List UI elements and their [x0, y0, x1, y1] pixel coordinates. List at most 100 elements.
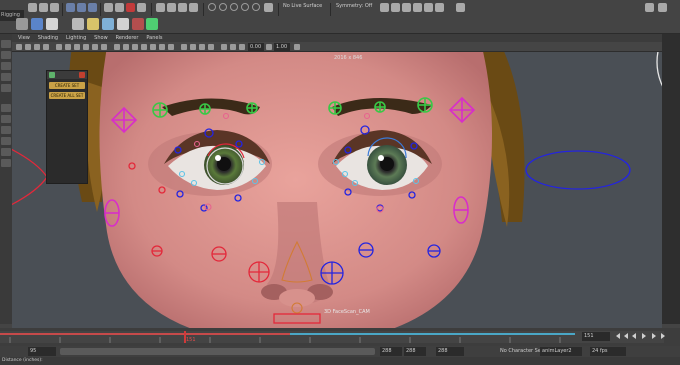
step-forward-icon[interactable] — [661, 333, 665, 339]
gamma-field[interactable]: 1.00 — [274, 43, 290, 51]
constraint-icon[interactable] — [132, 18, 144, 30]
gate-mask-icon[interactable] — [83, 44, 89, 50]
menu-panels[interactable]: Panels — [146, 34, 162, 42]
color-management-icon[interactable] — [294, 44, 300, 50]
save-scene-icon[interactable] — [50, 3, 59, 12]
play-backward-icon[interactable] — [632, 333, 636, 339]
render-settings-icon[interactable] — [402, 3, 411, 12]
isolate-select-icon[interactable] — [221, 44, 227, 50]
snap-view-plane-icon[interactable] — [241, 3, 249, 11]
new-scene-icon[interactable] — [28, 3, 37, 12]
render-setup-icon[interactable] — [424, 3, 433, 12]
menu-show[interactable]: Show — [94, 34, 108, 42]
scale-tool-icon[interactable] — [1, 84, 11, 92]
film-gate-icon[interactable] — [65, 44, 71, 50]
history-icon[interactable] — [264, 3, 273, 12]
pick-mask-icon[interactable] — [104, 3, 113, 12]
shelf-tool-icon[interactable] — [16, 18, 28, 30]
layout-four-icon[interactable] — [1, 115, 11, 123]
blendshape-icon[interactable] — [102, 18, 114, 30]
mask-curves-icon[interactable] — [115, 3, 124, 12]
cluster-icon[interactable] — [117, 18, 129, 30]
xray-joints-icon[interactable] — [230, 44, 236, 50]
start-frame-field[interactable]: 95 — [28, 347, 56, 356]
mask-surfaces-icon[interactable] — [137, 3, 146, 12]
character-set-selector[interactable]: No Character Set — [500, 347, 543, 356]
ipr-render-icon[interactable] — [391, 3, 400, 12]
range-max-field[interactable]: 288 — [404, 347, 426, 356]
close-icon[interactable] — [79, 72, 85, 78]
dof-icon[interactable] — [208, 44, 214, 50]
end-frame-field[interactable]: 288 — [436, 347, 464, 356]
select-hierarchy-icon[interactable] — [66, 3, 75, 12]
menu-shading[interactable]: Shading — [38, 34, 58, 42]
textured-icon[interactable] — [150, 44, 156, 50]
mask-deformers-icon[interactable] — [156, 3, 165, 12]
bind-skin-icon[interactable] — [72, 18, 84, 30]
camera-attrs-icon[interactable] — [25, 44, 31, 50]
control-icon[interactable] — [146, 18, 158, 30]
symmetry-dropdown[interactable]: Symmetry: Off — [336, 3, 372, 9]
layout-graph-icon[interactable] — [1, 137, 11, 145]
mask-joints-icon[interactable] — [126, 3, 135, 12]
motion-blur-icon[interactable] — [190, 44, 196, 50]
time-slider[interactable]: 151 151 — [0, 328, 680, 346]
joint-tool-icon[interactable] — [31, 18, 43, 30]
near-clip-field[interactable]: 0.00 — [248, 43, 264, 51]
mask-dynamics-icon[interactable] — [167, 3, 176, 12]
exposure-icon[interactable] — [266, 44, 272, 50]
viewport-3d[interactable]: 2016 x 846 3D FaceScan_CAM — [12, 52, 662, 328]
anim-layer-selector[interactable]: animLayer2 — [540, 347, 582, 356]
light-editor-icon[interactable] — [435, 3, 444, 12]
step-back-icon[interactable] — [616, 333, 620, 339]
camera-icon[interactable] — [16, 44, 22, 50]
image-plane-icon[interactable] — [43, 44, 49, 50]
wireframe-on-shaded-icon[interactable] — [132, 44, 138, 50]
render-icon[interactable] — [380, 3, 389, 12]
xray-icon[interactable] — [141, 44, 147, 50]
snap-point-icon[interactable] — [230, 3, 238, 11]
bookmark-icon[interactable] — [34, 44, 40, 50]
rotate-tool-icon[interactable] — [1, 73, 11, 81]
select-component-icon[interactable] — [88, 3, 97, 12]
anti-alias-icon[interactable] — [199, 44, 205, 50]
menu-renderer[interactable]: Renderer — [116, 34, 139, 42]
settings-icon[interactable] — [658, 3, 667, 12]
layout-hypershade-icon[interactable] — [1, 148, 11, 156]
step-forward-key-icon[interactable] — [652, 333, 656, 339]
select-tool-icon[interactable] — [1, 40, 11, 48]
create-all-set-button[interactable]: CREATE ALL SET — [49, 92, 85, 99]
mask-misc-icon[interactable] — [189, 3, 198, 12]
range-end-field[interactable]: 288 — [380, 347, 402, 356]
xray-active-icon[interactable] — [239, 44, 245, 50]
mask-rendering-icon[interactable] — [178, 3, 187, 12]
hypershade-icon[interactable] — [413, 3, 422, 12]
select-object-icon[interactable] — [77, 3, 86, 12]
play-forward-icon[interactable] — [642, 333, 646, 339]
layout-outliner-icon[interactable] — [1, 126, 11, 134]
snap-curve-icon[interactable] — [219, 3, 227, 11]
range-slider[interactable] — [60, 348, 375, 355]
step-back-key-icon[interactable] — [624, 333, 628, 339]
wireframe-icon[interactable] — [114, 44, 120, 50]
menu-view[interactable]: View — [18, 34, 30, 42]
shadows-icon[interactable] — [168, 44, 174, 50]
resolution-gate-icon[interactable] — [74, 44, 80, 50]
live-surface-label[interactable]: No Live Surface — [283, 3, 322, 9]
lasso-tool-icon[interactable] — [1, 51, 11, 59]
snap-live-icon[interactable] — [252, 3, 260, 11]
field-chart-icon[interactable] — [92, 44, 98, 50]
move-tool-icon[interactable] — [1, 62, 11, 70]
workspace-icon[interactable] — [645, 3, 654, 12]
smooth-shade-icon[interactable] — [123, 44, 129, 50]
paint-weights-icon[interactable] — [87, 18, 99, 30]
menu-lighting[interactable]: Lighting — [66, 34, 86, 42]
grid-icon[interactable] — [56, 44, 62, 50]
snap-grid-icon[interactable] — [208, 3, 216, 11]
layout-single-icon[interactable] — [1, 104, 11, 112]
lights-icon[interactable] — [159, 44, 165, 50]
current-frame-field[interactable]: 151 — [582, 332, 610, 341]
ik-handle-icon[interactable] — [46, 18, 58, 30]
toggle-panel-icon[interactable] — [456, 3, 465, 12]
layout-custom-icon[interactable] — [1, 159, 11, 167]
